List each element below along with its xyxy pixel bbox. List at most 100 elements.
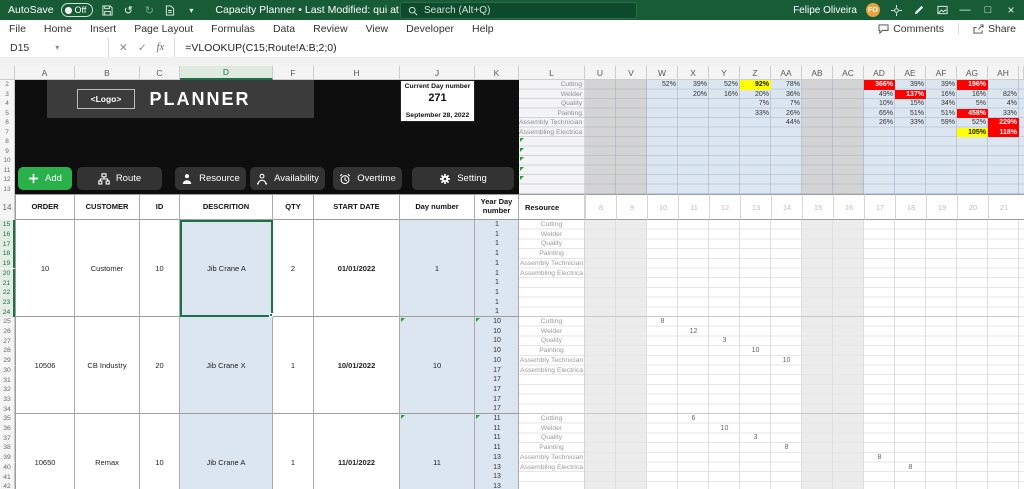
row-header-27[interactable]: 27 [0,336,15,346]
cell-id[interactable]: 10 [140,414,180,489]
tab-home[interactable]: Home [35,23,81,35]
name-box[interactable]: D15 ▾ [0,38,109,57]
summary-cell-AD[interactable]: 10% [864,99,895,109]
cell-year-day[interactable]: 1 [475,278,519,288]
summary-cell-AD[interactable]: 65% [864,109,895,119]
cell-resource[interactable]: Painting [519,443,584,453]
summary-cell-AE[interactable]: 15% [895,99,926,109]
cell-year-day[interactable]: 13 [475,463,519,473]
column-header-AF[interactable]: AF [926,66,957,80]
row-header-18[interactable]: 18 [0,249,15,259]
day-number-header-15[interactable]: 15 [802,194,833,220]
table-header-K[interactable]: Year Day number [475,194,519,220]
column-header-J[interactable]: J [400,66,475,80]
cell-id[interactable]: 10 [140,220,180,317]
restore-icon[interactable]: □ [981,3,995,17]
cell-hours[interactable]: 6 [678,414,709,424]
cell-hours[interactable]: 8 [864,453,895,463]
row-header-23[interactable]: 23 [0,298,15,308]
summary-cell-AH[interactable]: 33% [988,109,1019,119]
overtime-button[interactable]: Overtime [333,167,402,190]
row-header-12[interactable]: 12 [0,175,15,185]
tab-page-layout[interactable]: Page Layout [125,23,202,35]
row-header-19[interactable]: 19 [0,259,15,269]
cell-resource[interactable]: Assembling Electrica [519,269,584,279]
day-number-header-16[interactable]: 16 [833,194,864,220]
row-header-28[interactable]: 28 [0,346,15,356]
summary-cell-AG[interactable]: 5% [957,99,988,109]
row-header-34[interactable]: 34 [0,404,15,414]
summary-cell-AH[interactable]: 4% [988,99,1019,109]
table-header-J[interactable]: Day number [400,194,475,220]
tab-formulas[interactable]: Formulas [202,23,264,35]
summary-cell-AA[interactable]: 26% [771,109,802,119]
cell-customer[interactable]: Remax [75,414,140,489]
cell-year-day[interactable]: 10 [475,356,519,366]
summary-cell-AG[interactable]: 458% [957,109,988,119]
column-header-AG[interactable]: AG [957,66,988,80]
day-number-header-20[interactable]: 20 [957,194,988,220]
tab-help[interactable]: Help [463,23,503,35]
tab-view[interactable]: View [357,23,398,35]
cell-hours[interactable]: 10 [771,356,802,366]
select-all-corner[interactable] [0,66,15,80]
cell-year-day[interactable]: 1 [475,230,519,240]
cell-year-day[interactable]: 1 [475,298,519,308]
cell-year-day[interactable]: 10 [475,336,519,346]
cell-description[interactable]: Jib Crane A [180,220,273,317]
summary-cell-AA[interactable]: 7% [771,99,802,109]
column-header-AC[interactable]: AC [833,66,864,80]
summary-cell-X[interactable]: 20% [678,90,709,100]
cell-start-date[interactable]: 01/01/2022 [314,220,400,317]
cell-year-day[interactable]: 1 [475,307,519,317]
row-header-24[interactable]: 24 [0,307,15,317]
cell-resource[interactable]: Quality [519,433,584,443]
cell-year-day[interactable]: 1 [475,249,519,259]
autosave-toggle[interactable]: Off [61,3,94,17]
day-number-header-14[interactable]: 14 [771,194,802,220]
row-header-20[interactable]: 20 [0,269,15,279]
comments-button[interactable]: Comments [878,23,944,35]
toolbar-caret-icon[interactable]: ▾ [184,3,198,17]
cell-customer[interactable]: CB Industry [75,317,140,414]
cell-qty[interactable]: 1 [273,414,314,489]
cell-hours[interactable]: 10 [740,346,771,356]
tab-data[interactable]: Data [264,23,304,35]
summary-cell-AF[interactable]: 39% [926,80,957,90]
cell-resource[interactable]: Welder [519,327,584,337]
cell-year-day[interactable]: 10 [475,346,519,356]
day-number-header-19[interactable]: 19 [926,194,957,220]
column-header-Y[interactable]: Y [709,66,740,80]
row-header-7[interactable]: 7 [0,128,15,138]
column-header-AE[interactable]: AE [895,66,926,80]
column-header-F[interactable]: F [273,66,314,80]
day-number-header-12[interactable]: 12 [709,194,740,220]
cell-description[interactable]: Jib Crane A [180,414,273,489]
cell-hours[interactable]: 8 [771,443,802,453]
row-header-2[interactable]: 2 [0,80,15,90]
cell-resource[interactable]: Cutting [519,414,584,424]
summary-cell-Z[interactable]: 92% [740,80,771,90]
cell-hours[interactable]: 3 [709,336,740,346]
column-header-partial[interactable] [1019,66,1024,80]
summary-cell-AF[interactable]: 59% [926,118,957,128]
row-header-22[interactable]: 22 [0,288,15,298]
summary-cell-AD[interactable]: 366% [864,80,895,90]
cell-year-day[interactable]: 11 [475,424,519,434]
summary-cell-AD[interactable]: 26% [864,118,895,128]
column-header-K[interactable]: K [475,66,519,80]
column-header-A[interactable]: A [15,66,75,80]
summary-cell-AH[interactable]: 118% [988,128,1019,138]
cell-resource[interactable]: Quality [519,336,584,346]
column-header-X[interactable]: X [678,66,709,80]
cell-day-number[interactable]: 1 [400,220,475,317]
summary-cell-AE[interactable]: 51% [895,109,926,119]
cell-resource[interactable]: Cutting [519,317,584,327]
column-header-U[interactable]: U [585,66,616,80]
row-header-26[interactable]: 26 [0,327,15,337]
undo-icon[interactable]: ↺ [121,3,135,17]
summary-cell-Z[interactable]: 7% [740,99,771,109]
cell-description[interactable]: Jib Crane X [180,317,273,414]
cell-hours[interactable]: 12 [678,327,709,337]
cell-resource[interactable]: Assembly Technician [519,259,584,269]
